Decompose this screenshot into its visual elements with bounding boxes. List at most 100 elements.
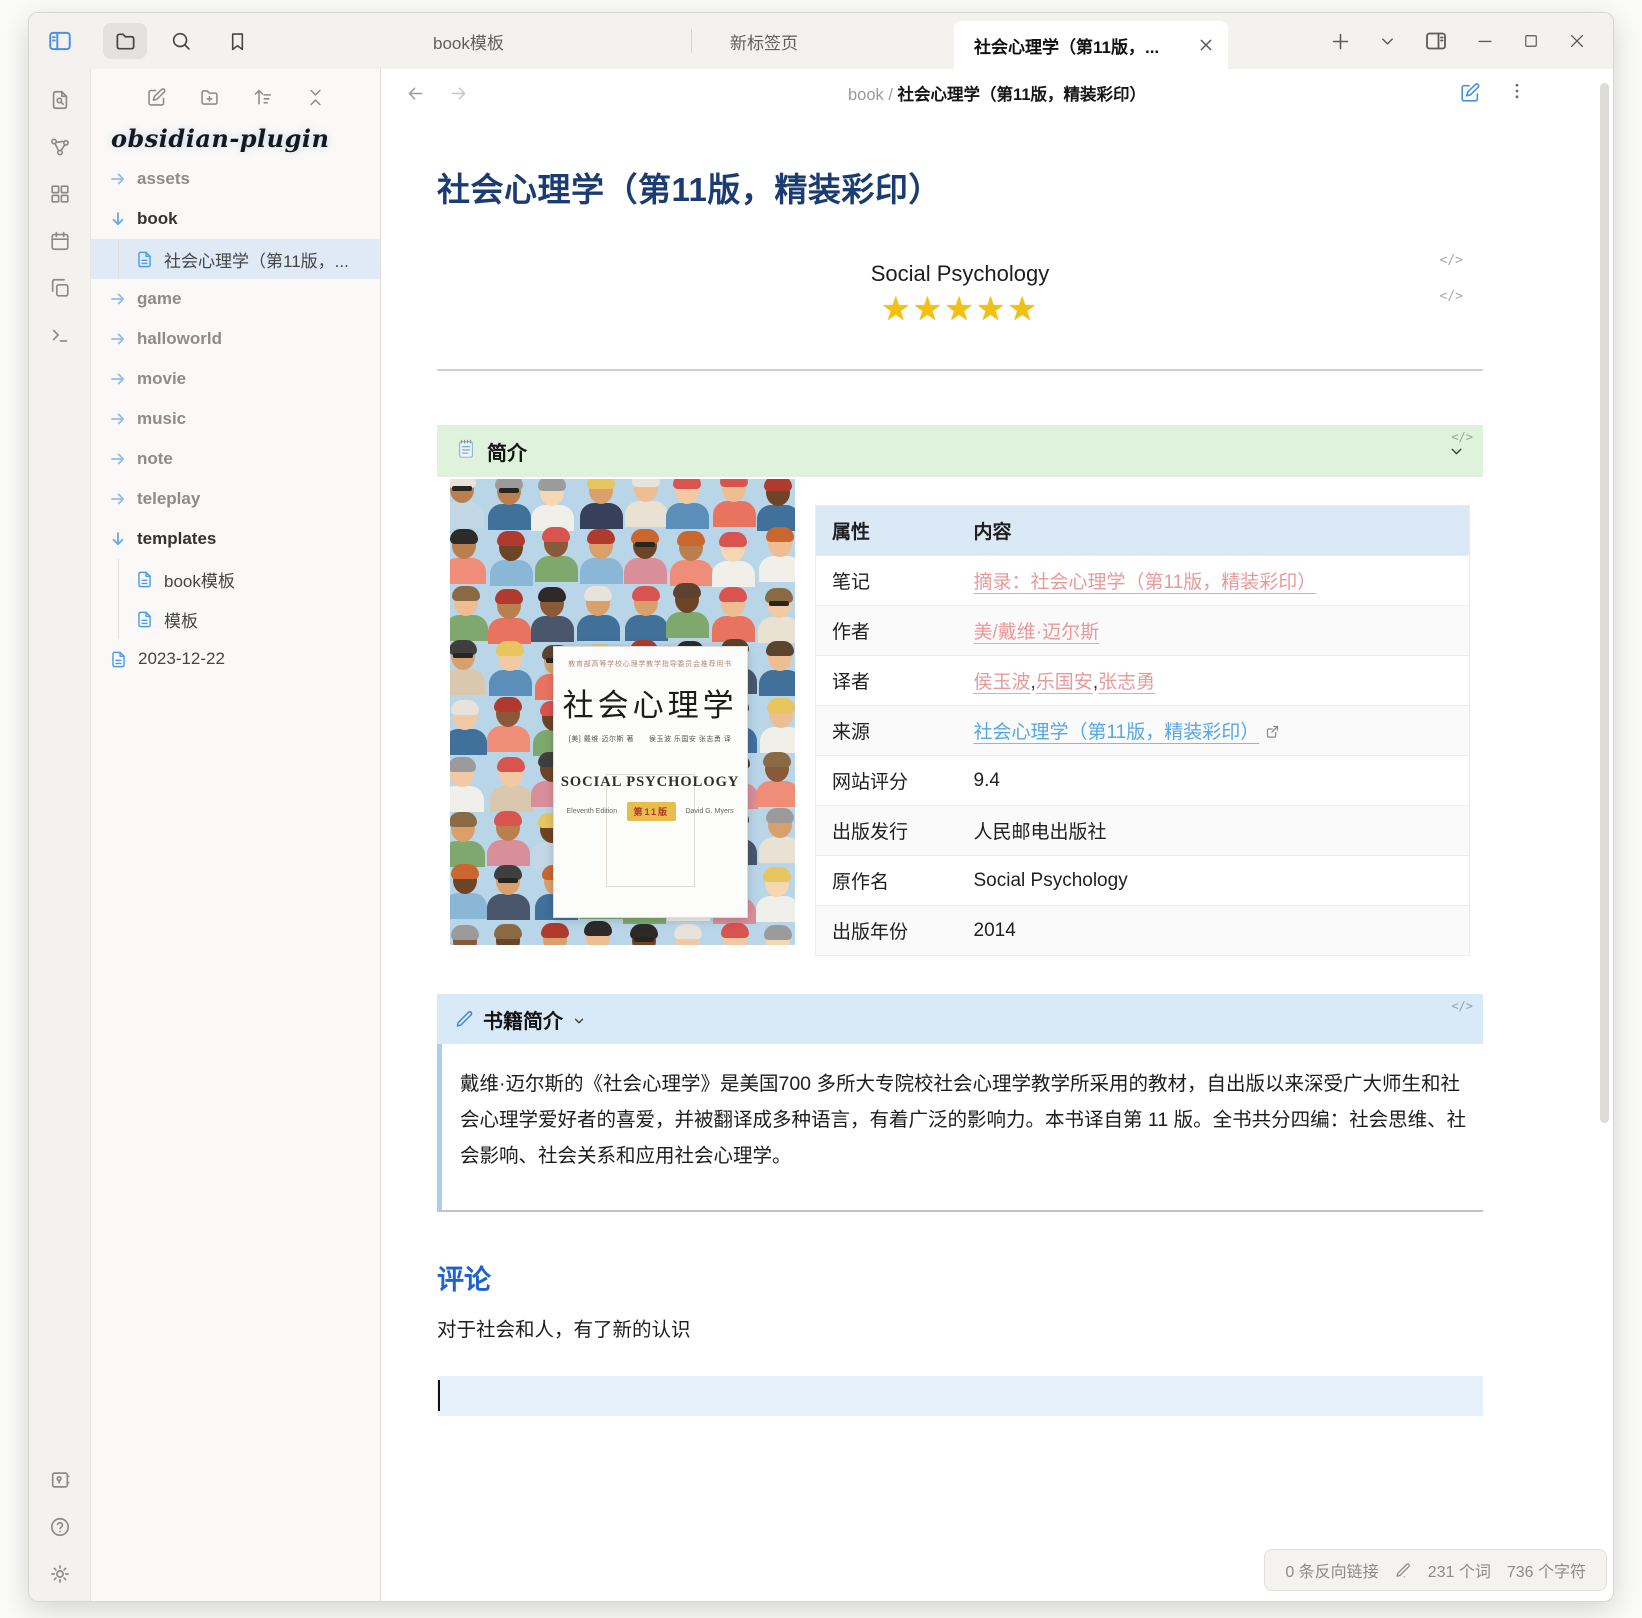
vault-title[interactable]: obsidian-plugin [91,124,380,153]
sidebar-item-templates[interactable]: templates [91,519,380,559]
breadcrumb-title[interactable]: 社会心理学（第11版，精装彩印） [898,86,1146,104]
notepad-icon [455,438,477,465]
graph-view-icon[interactable] [49,136,71,158]
tab-bar: book模板 新标签页 社会心理学（第11版，... [381,13,1314,69]
intro-section-header[interactable]: 简介 </> [437,425,1483,477]
arrow-down-icon [109,210,127,228]
note-scroller[interactable]: 社会心理学（第11版，精装彩印） Social Psychology ★★★★★… [381,117,1613,1601]
rating-stars[interactable]: ★★★★★ [437,292,1483,325]
file-icon [109,650,128,669]
internal-note-link[interactable]: 美/戴维·迈尔斯 [974,622,1100,643]
templates-copy-icon[interactable] [49,277,71,299]
book-cover-image: 教育部高等学校心理学教学指导委员会推荐用书 社会心理学 [美] 戴维·迈尔斯 著… [450,479,795,945]
breadcrumb-separator: / [884,86,898,104]
tab-active-note[interactable]: 社会心理学（第11版，... [954,21,1228,69]
breadcrumb: book / 社会心理学（第11版，精装彩印） [381,81,1613,105]
canvas-grid-icon[interactable] [49,183,71,205]
collapse-chevron-icon[interactable] [1448,443,1465,460]
table-header-row: 属性 内容 [816,506,1470,556]
cover-recommend-line: 教育部高等学校心理学教学指导委员会推荐用书 [568,659,732,669]
bookmarks-tab-icon[interactable] [215,23,259,59]
table-row-year: 出版年份 2014 [816,906,1470,956]
sort-order-icon[interactable] [252,87,273,108]
search-tab-icon[interactable] [159,23,203,59]
sidebar-item-game[interactable]: game [91,279,380,319]
edit-block-code-icon[interactable]: </> [1451,999,1473,1013]
tab-new-tab[interactable]: 新标签页 [692,13,954,69]
tab-label: 新标签页 [730,29,798,54]
vault-switcher-icon[interactable] [49,1469,71,1491]
files-tab-icon[interactable] [103,23,147,59]
cover-edition-badge: 第11版 [627,802,677,821]
note-title: 社会心理学（第11版，精装彩印） [437,163,1483,211]
pencil-icon [455,1010,474,1029]
minimize-button[interactable] [1475,31,1495,51]
ribbon [29,69,91,1601]
more-options-icon[interactable] [1507,81,1527,106]
internal-note-link[interactable]: 乐国安 [1036,672,1093,693]
book-english-title: Social Psychology [437,261,1483,287]
sidebar-item-note[interactable]: note [91,439,380,479]
tab-book-template[interactable]: book模板 [395,13,691,69]
close-tab-icon[interactable] [1198,37,1214,53]
table-row-author: 作者 美/戴维·迈尔斯 [816,606,1470,656]
editor-active-line[interactable] [437,1376,1483,1416]
arrow-right-icon [109,490,127,508]
tab-list-chevron-icon[interactable] [1378,32,1397,51]
edit-block-code-icon[interactable]: </> [1440,289,1463,304]
table-row-note: 笔记 摘录：社会心理学（第11版，精装彩印） [816,556,1470,606]
toggle-left-sidebar-icon[interactable] [38,23,82,59]
sidebar-item-music[interactable]: music [91,399,380,439]
calendar-icon[interactable] [49,230,71,252]
properties-table-wrap: 属性 内容 笔记 摘录：社会心理学（第11版，精装彩印） [815,505,1470,956]
internal-note-link[interactable]: 张志勇 [1098,672,1155,693]
edit-block-code-icon[interactable]: </> [1440,253,1463,268]
titlebar-left [29,13,91,69]
sidebar-item-daily-note[interactable]: 2023-12-22 [91,639,380,679]
col-header-attr: 属性 [816,506,958,556]
book-desc-header[interactable]: 书籍简介 </> [437,994,1483,1044]
sidebar-item-book[interactable]: book [91,199,380,239]
titlebar: book模板 新标签页 社会心理学（第11版，... [29,13,1613,69]
sidebar-item-note-shehuixinlixue[interactable]: 社会心理学（第11版，... [91,239,380,279]
sidebar-item-template-file[interactable]: 模板 [91,599,380,639]
intro-section-body: 教育部高等学校心理学教学指导委员会推荐用书 社会心理学 [美] 戴维·迈尔斯 著… [437,477,1483,956]
comment-text: 对于社会和人，有了新的认识 [437,1313,1483,1342]
divider [437,369,1483,371]
titlebar-controls [1314,13,1613,69]
main-pane: book / 社会心理学（第11版，精装彩印） 社会心理学（第11版，精装彩印）… [381,69,1613,1601]
new-folder-icon[interactable] [199,87,220,108]
new-note-icon[interactable] [146,87,167,108]
terminal-icon[interactable] [49,324,71,346]
collapse-chevron-icon[interactable] [572,1014,586,1028]
toggle-right-sidebar-icon[interactable] [1424,29,1448,53]
char-count: 736 个字符 [1507,1558,1586,1582]
table-row-source: 来源 社会心理学（第11版，精装彩印） [816,706,1470,756]
sidebar-item-teleplay[interactable]: teleplay [91,479,380,519]
sidebar-item-halloworld[interactable]: halloworld [91,319,380,359]
breadcrumb-folder[interactable]: book [848,86,884,104]
settings-gear-icon[interactable] [49,1563,71,1585]
edit-mode-icon[interactable] [1459,82,1481,104]
internal-note-link[interactable]: 摘录：社会心理学（第11版，精装彩印） [974,572,1317,593]
sidebar-item-assets[interactable]: assets [91,159,380,199]
collapse-all-icon[interactable] [305,87,326,108]
open-quick-switcher-icon[interactable] [49,89,71,111]
scrollbar-thumb[interactable] [1600,83,1609,1123]
backlinks-count[interactable]: 0 条反向链接 [1285,1558,1378,1582]
sidebar-item-book-template-file[interactable]: book模板 [91,559,380,599]
help-icon[interactable] [49,1516,71,1538]
properties-table: 属性 内容 笔记 摘录：社会心理学（第11版，精装彩印） [815,505,1470,956]
edit-pencil-icon[interactable] [1395,1562,1412,1579]
tab-label: 社会心理学（第11版，... [974,33,1159,58]
external-source-link[interactable]: 社会心理学（第11版，精装彩印） [974,722,1260,743]
obsidian-window: book模板 新标签页 社会心理学（第11版，... [28,12,1614,1602]
edit-block-code-icon[interactable]: </> [1451,430,1473,444]
maximize-button[interactable] [1522,32,1540,50]
internal-note-link[interactable]: 侯玉波 [974,672,1031,693]
close-window-button[interactable] [1567,31,1587,51]
arrow-right-icon [109,370,127,388]
sidebar-item-movie[interactable]: movie [91,359,380,399]
new-tab-icon[interactable] [1330,31,1351,52]
external-link-icon [1265,724,1280,739]
